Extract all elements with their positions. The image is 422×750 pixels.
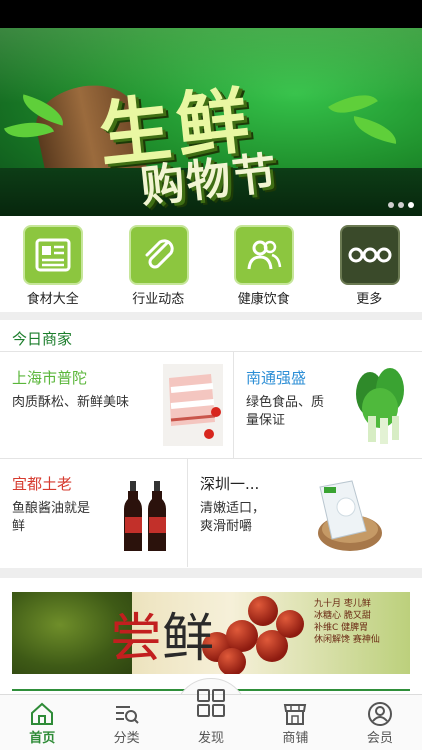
people-icon xyxy=(234,225,294,285)
merchant-name: 深圳一... xyxy=(200,475,260,493)
tab-home[interactable]: 首页 xyxy=(0,695,84,750)
status-bar xyxy=(0,0,422,28)
promo-headline: 尝鲜 xyxy=(110,609,215,669)
more-dots-icon xyxy=(339,225,400,285)
category-more[interactable]: 更多 xyxy=(317,216,422,312)
merchant-card[interactable]: 上海市普陀 肉质酥松、新鲜美味 xyxy=(0,352,233,458)
member-icon xyxy=(367,701,393,727)
category-label: 更多 xyxy=(356,292,383,307)
home-icon xyxy=(29,701,55,727)
carousel-dot[interactable] xyxy=(398,202,404,208)
carousel-indicator xyxy=(388,202,414,208)
tab-discover[interactable]: 发现 xyxy=(164,689,257,750)
tab-category[interactable]: 分类 xyxy=(84,695,168,750)
category-label: 健康饮食 xyxy=(237,292,290,307)
merchant-card[interactable]: 宜都土老 鱼酿酱油就是 鲜 xyxy=(0,459,187,567)
category-healthy-diet[interactable]: 健康饮食 xyxy=(211,216,317,312)
tab-shop[interactable]: 商铺 xyxy=(253,695,337,750)
merchant-name: 上海市普陀 xyxy=(12,369,88,387)
tab-label: 分类 xyxy=(113,731,140,746)
merchant-desc: 鲜 xyxy=(12,519,26,534)
jujube-icon xyxy=(276,610,304,638)
tab-label: 首页 xyxy=(29,731,56,746)
jujube-icon xyxy=(218,648,246,674)
grid-icon xyxy=(195,687,227,719)
tab-label: 商铺 xyxy=(282,731,309,746)
category-label: 行业动态 xyxy=(132,292,185,307)
pork-icon xyxy=(163,364,223,446)
promo-poem: 九十月 枣儿鲜 冰糖心 脆又甜 补维C 健脾胃 休闲解馋 赛神仙 xyxy=(314,599,380,645)
carousel-dot-active[interactable] xyxy=(408,202,414,208)
merchant-desc: 绿色食品、质 xyxy=(246,395,325,410)
category-label: 食材大全 xyxy=(26,292,79,307)
merchant-desc: 肉质酥松、新鲜美味 xyxy=(12,395,130,410)
greens-icon xyxy=(350,362,412,448)
tab-label: 会员 xyxy=(366,731,393,746)
soy-sauce-icon xyxy=(124,481,170,553)
merchant-desc: 量保证 xyxy=(246,413,286,428)
merchant-card[interactable]: 深圳一... 清嫩适口， 爽滑耐嚼 xyxy=(188,459,422,567)
merchant-name: 宜都土老 xyxy=(12,475,73,493)
bottom-tab-bar: 首页 分类 发现 商铺 会员 xyxy=(0,689,422,750)
newspaper-icon xyxy=(23,225,83,285)
shop-icon xyxy=(282,701,308,727)
tab-member[interactable]: 会员 xyxy=(338,695,422,750)
section-title-merchants: 今日商家 xyxy=(12,330,73,348)
section-separator xyxy=(0,568,422,578)
tab-label: 发现 xyxy=(198,731,225,746)
promo-banner[interactable]: 生鲜 购物节 xyxy=(0,28,422,216)
merchant-desc: 爽滑耐嚼 xyxy=(200,519,253,534)
paperclip-icon xyxy=(128,225,189,285)
noodles-icon xyxy=(306,479,384,555)
merchant-name: 南通强盛 xyxy=(246,369,307,387)
carousel-dot[interactable] xyxy=(388,202,394,208)
category-row: 食材大全 行业动态 健康饮食 更多 xyxy=(0,216,422,312)
category-search-icon xyxy=(114,701,140,727)
merchant-desc: 清嫩适口， xyxy=(200,501,266,516)
category-industry-news[interactable]: 行业动态 xyxy=(106,216,212,312)
category-ingredients[interactable]: 食材大全 xyxy=(0,216,106,312)
section-separator xyxy=(0,312,422,320)
merchant-card[interactable]: 南通强盛 绿色食品、质 量保证 xyxy=(234,352,422,458)
jujube-icon xyxy=(248,596,278,626)
merchant-desc: 鱼酿酱油就是 xyxy=(12,501,91,516)
jujube-promo-banner[interactable]: 尝鲜 九十月 枣儿鲜 冰糖心 脆又甜 补维C 健脾胃 休闲解馋 赛神仙 xyxy=(12,592,410,674)
